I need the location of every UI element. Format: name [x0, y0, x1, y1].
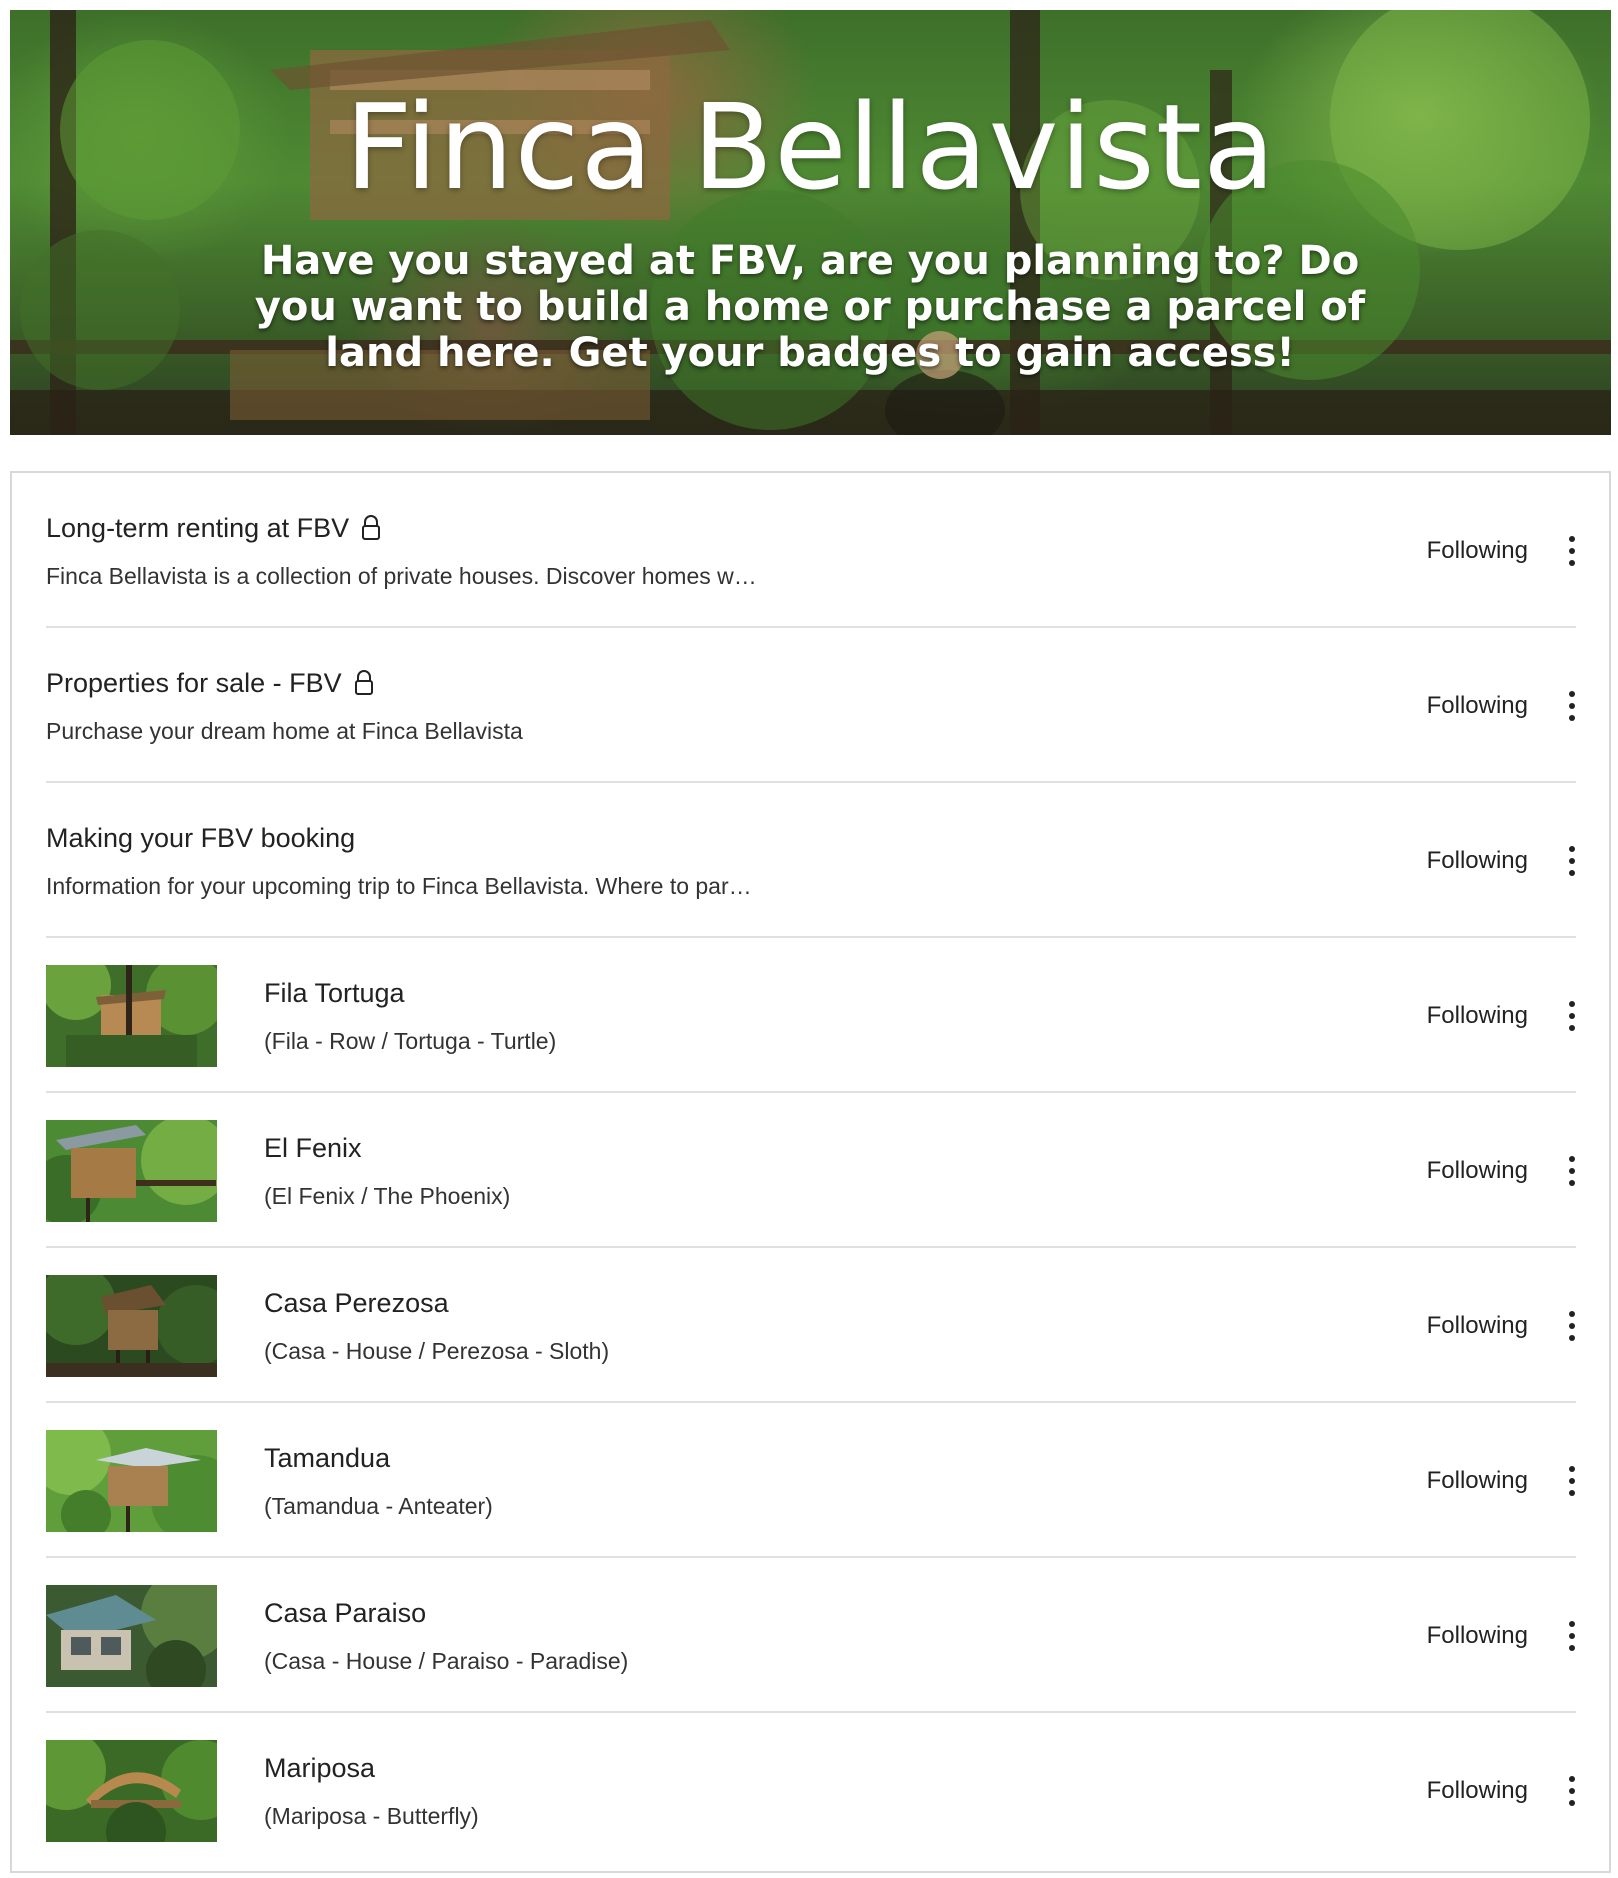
more-vertical-icon[interactable] [1560, 843, 1584, 879]
more-vertical-icon[interactable] [1560, 1773, 1584, 1809]
following-button[interactable]: Following [1427, 847, 1528, 875]
list-item-title: El Fenix [264, 1133, 362, 1163]
list-item[interactable]: Casa Paraiso (Casa - House / Paraiso - P… [46, 1558, 1576, 1713]
hero-title: Finca Bellavista [344, 78, 1277, 216]
list-item[interactable]: Fila Tortuga (Fila - Row / Tortuga - Tur… [46, 938, 1576, 1093]
following-button[interactable]: Following [1427, 1002, 1528, 1030]
more-vertical-icon[interactable] [1560, 533, 1584, 569]
list-item-thumbnail [46, 1740, 217, 1842]
list-item-title: Long-term renting at FBV [46, 513, 350, 543]
list-item[interactable]: Tamandua (Tamandua - Anteater) Following [46, 1403, 1576, 1558]
list-item[interactable]: Long-term renting at FBV Finca Bellavist… [46, 473, 1576, 628]
more-vertical-icon[interactable] [1560, 688, 1584, 724]
more-vertical-icon[interactable] [1560, 1463, 1584, 1499]
list-item-title: Properties for sale - FBV [46, 668, 342, 698]
page: Finca Bellavista Have you stayed at FBV,… [0, 0, 1618, 1878]
list-item-thumbnail [46, 965, 217, 1067]
list-item-description: Finca Bellavista is a collection of priv… [46, 563, 757, 589]
list-item-description: (El Fenix / The Phoenix) [264, 1183, 511, 1209]
following-button[interactable]: Following [1427, 1157, 1528, 1185]
list-item[interactable]: El Fenix (El Fenix / The Phoenix) Follow… [46, 1093, 1576, 1248]
list-item-title: Tamandua [264, 1443, 391, 1473]
following-button[interactable]: Following [1427, 1312, 1528, 1340]
list-item-thumbnail [46, 1120, 217, 1222]
list-item-description: Purchase your dream home at Finca Bellav… [46, 718, 523, 744]
following-button[interactable]: Following [1427, 1622, 1528, 1650]
list-item[interactable]: Making your FBV booking Information for … [46, 783, 1576, 938]
list-item[interactable]: Mariposa (Mariposa - Butterfly) Followin… [46, 1713, 1576, 1868]
list-item-title: Casa Perezosa [264, 1288, 449, 1318]
list-item-description: (Tamandua - Anteater) [264, 1493, 493, 1519]
list-item-thumbnail [46, 1585, 217, 1687]
lock-icon [354, 670, 373, 695]
list-item-description: Information for your upcoming trip to Fi… [46, 873, 752, 899]
list-item-title: Making your FBV booking [46, 823, 356, 853]
list-item[interactable]: Casa Perezosa (Casa - House / Perezosa -… [46, 1248, 1576, 1403]
following-button[interactable]: Following [1427, 537, 1528, 565]
more-vertical-icon[interactable] [1560, 1153, 1584, 1189]
list-item-thumbnail [46, 1430, 217, 1532]
list-item-description: (Casa - House / Paraiso - Paradise) [264, 1648, 629, 1674]
lock-icon [362, 515, 381, 540]
list-item-title: Mariposa [264, 1753, 376, 1783]
list-item-description: (Mariposa - Butterfly) [264, 1803, 479, 1829]
hero-subtitle: Have you stayed at FBV, are you planning… [254, 238, 1366, 376]
more-vertical-icon[interactable] [1560, 1618, 1584, 1654]
following-button[interactable]: Following [1427, 692, 1528, 720]
group-list: Long-term renting at FBV Finca Bellavist… [10, 471, 1611, 1873]
more-vertical-icon[interactable] [1560, 998, 1584, 1034]
list-item[interactable]: Properties for sale - FBV Purchase your … [46, 628, 1576, 783]
list-item-description: (Casa - House / Perezosa - Sloth) [264, 1338, 610, 1364]
following-button[interactable]: Following [1427, 1777, 1528, 1805]
list-item-description: (Fila - Row / Tortuga - Turtle) [264, 1028, 557, 1054]
list-item-thumbnail [46, 1275, 217, 1377]
hero-banner: Finca Bellavista Have you stayed at FBV,… [10, 10, 1611, 435]
list-item-title: Fila Tortuga [264, 978, 405, 1008]
following-button[interactable]: Following [1427, 1467, 1528, 1495]
list-item-title: Casa Paraiso [264, 1598, 427, 1628]
more-vertical-icon[interactable] [1560, 1308, 1584, 1344]
